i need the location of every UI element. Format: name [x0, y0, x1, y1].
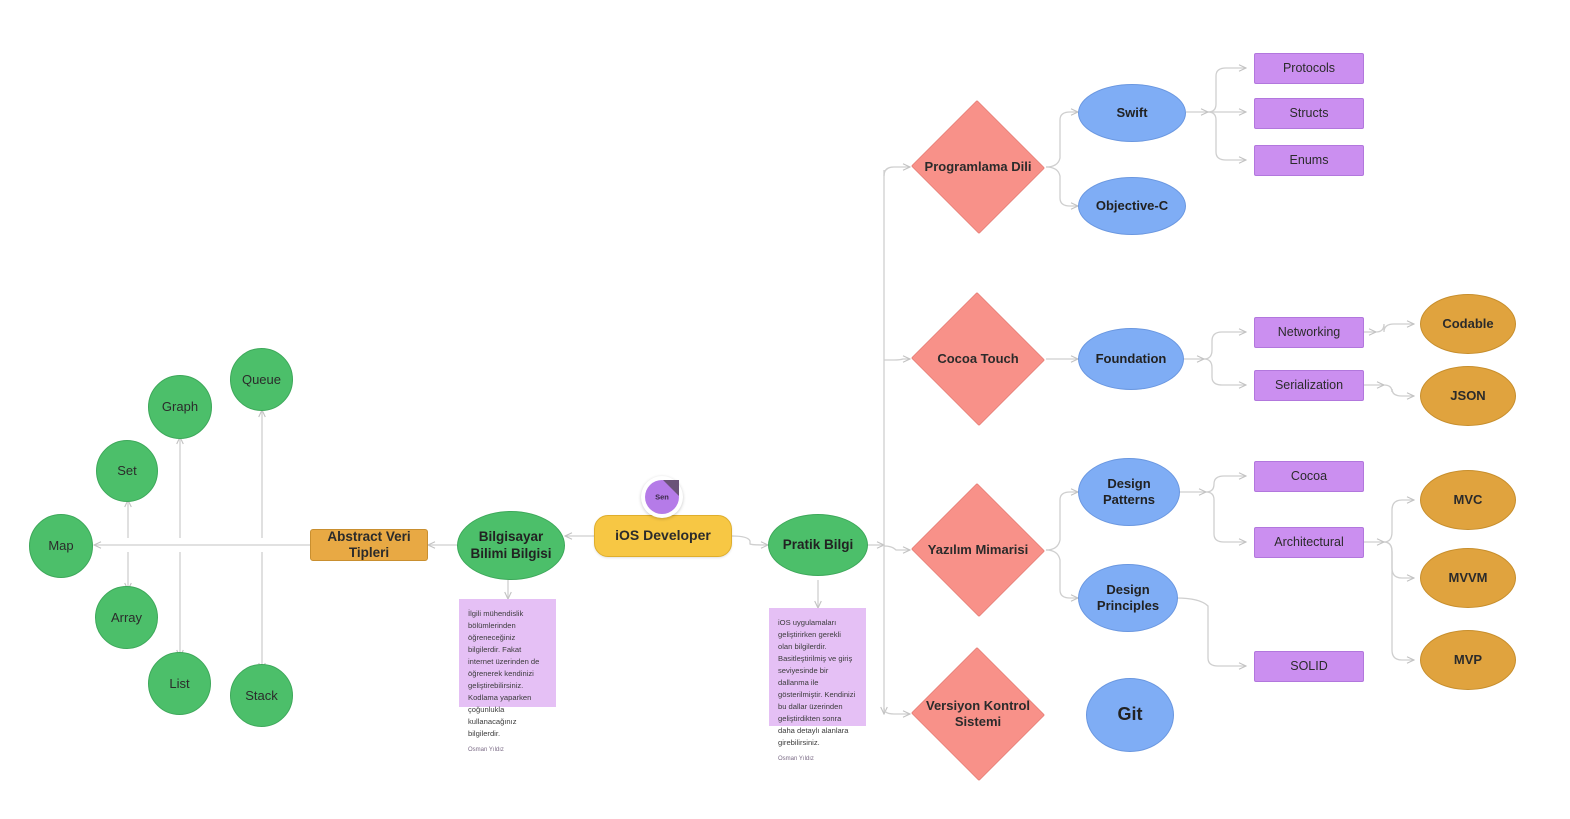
node-label: Queue: [241, 371, 282, 387]
node-set[interactable]: Set: [96, 440, 158, 502]
node-label: Swift: [1116, 105, 1148, 121]
node-label: Programlama Dili: [924, 159, 1032, 175]
node-label: Pratik Bilgi: [782, 536, 854, 552]
node-foundation[interactable]: Foundation: [1078, 328, 1184, 390]
node-graph[interactable]: Graph: [148, 375, 212, 439]
node-label: Cocoa: [1290, 468, 1328, 483]
node-label: Foundation: [1095, 351, 1167, 367]
node-label: iOS Developer: [615, 527, 711, 544]
node-objective-c[interactable]: Objective-C: [1078, 177, 1186, 235]
node-cocoa-touch[interactable]: Cocoa Touch: [910, 292, 1046, 426]
node-mvc[interactable]: MVC: [1420, 470, 1516, 530]
node-label: MVP: [1453, 652, 1483, 668]
node-swift[interactable]: Swift: [1078, 84, 1186, 142]
node-array[interactable]: Array: [95, 586, 158, 649]
node-stack[interactable]: Stack: [230, 664, 293, 727]
node-design-principles[interactable]: Design Principles: [1078, 564, 1178, 632]
node-label: Networking: [1277, 324, 1341, 339]
node-mvvm[interactable]: MVVM: [1420, 548, 1516, 608]
node-label: Design Principles: [1096, 582, 1160, 613]
node-networking[interactable]: Networking: [1254, 317, 1364, 348]
node-structs[interactable]: Structs: [1254, 98, 1364, 129]
node-yazilim-mimarisi[interactable]: Yazılım Mimarisi: [910, 483, 1046, 617]
node-git[interactable]: Git: [1086, 678, 1174, 752]
node-label: MVVM: [1448, 570, 1488, 586]
node-label: Design Patterns: [1102, 476, 1156, 507]
node-queue[interactable]: Queue: [230, 348, 293, 411]
node-list[interactable]: List: [148, 652, 211, 715]
node-label: Graph: [161, 399, 199, 415]
node-cocoa[interactable]: Cocoa: [1254, 461, 1364, 492]
node-label: Structs: [1289, 105, 1329, 120]
node-pratik-bilgi[interactable]: Pratik Bilgi: [768, 514, 868, 576]
mindmap-canvas: Map Set Array Graph List Queue Stack Abs…: [0, 0, 1570, 819]
node-abstract-veri-tipleri[interactable]: Abstract Veri Tipleri: [310, 529, 428, 561]
node-label: SOLID: [1290, 658, 1328, 673]
node-label: Yazılım Mimarisi: [927, 542, 1029, 558]
node-label: Git: [1117, 704, 1143, 725]
node-protocols[interactable]: Protocols: [1254, 53, 1364, 84]
avatar-label: Sen: [655, 492, 669, 502]
node-design-patterns[interactable]: Design Patterns: [1078, 458, 1180, 526]
node-label: Cocoa Touch: [937, 351, 1019, 367]
node-bilgisayar-bilimi-bilgisi[interactable]: Bilgisayar Bilimi Bilgisi: [457, 511, 565, 580]
node-label: Bilgisayar Bilimi Bilgisi: [470, 529, 552, 561]
node-label: Abstract Veri Tipleri: [327, 528, 411, 560]
note-bilgisayar[interactable]: İlgili mühendislik bölümlerinden öğrenec…: [459, 599, 556, 753]
node-solid[interactable]: SOLID: [1254, 651, 1364, 682]
node-versiyon-kontrol-sistemi[interactable]: Versiyon Kontrol Sistemi: [910, 647, 1046, 781]
note-author: Osman Yıldız: [468, 746, 504, 753]
note-author: Osman Yıldız: [778, 755, 814, 762]
node-map[interactable]: Map: [29, 514, 93, 578]
node-label: Set: [117, 463, 137, 479]
node-mvp[interactable]: MVP: [1420, 630, 1516, 690]
node-label: Objective-C: [1095, 198, 1169, 214]
node-label: Architectural: [1274, 534, 1344, 549]
node-label: Array: [110, 609, 143, 625]
note-text: iOS uygulamaları geliştirirken gerekli o…: [778, 618, 856, 747]
node-architectural[interactable]: Architectural: [1254, 527, 1364, 558]
node-label: Versiyon Kontrol Sistemi: [925, 698, 1031, 729]
node-enums[interactable]: Enums: [1254, 145, 1364, 176]
node-codable[interactable]: Codable: [1420, 294, 1516, 354]
note-pratik[interactable]: iOS uygulamaları geliştirirken gerekli o…: [769, 608, 866, 762]
node-json[interactable]: JSON: [1420, 366, 1516, 426]
node-serialization[interactable]: Serialization: [1254, 370, 1364, 401]
node-label: Enums: [1289, 152, 1329, 167]
node-label: Stack: [245, 687, 278, 703]
node-programlama-dili[interactable]: Programlama Dili: [910, 100, 1046, 234]
user-avatar-icon[interactable]: Sen: [641, 476, 683, 518]
node-label: Codable: [1442, 316, 1494, 332]
note-text: İlgili mühendislik bölümlerinden öğrenec…: [468, 609, 540, 738]
node-label: Serialization: [1274, 377, 1344, 392]
node-label: MVC: [1453, 492, 1483, 508]
node-label: JSON: [1450, 388, 1486, 404]
node-label: Protocols: [1282, 60, 1336, 75]
node-label: Map: [48, 538, 74, 554]
node-label: List: [169, 675, 190, 691]
node-ios-developer[interactable]: iOS Developer: [594, 515, 732, 557]
